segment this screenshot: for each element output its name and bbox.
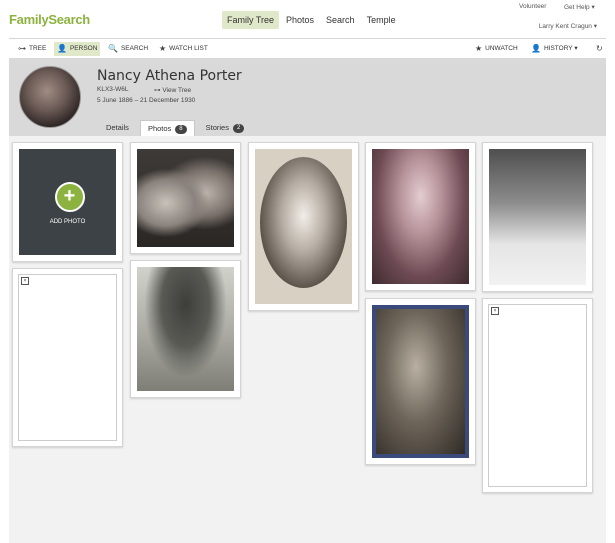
nav-photos[interactable]: Photos <box>281 11 319 29</box>
photo-woman-table <box>376 309 465 454</box>
person-toolbar: ⊶ TREE 👤 PERSON 🔍 SEARCH ★ WATCH LIST ★ … <box>9 38 606 60</box>
avatar <box>19 66 81 128</box>
broken-image-icon: × <box>491 307 499 315</box>
get-help-link[interactable]: Get Help ▾ <box>564 3 595 11</box>
watch-list-button[interactable]: ★ WATCH LIST <box>156 42 211 56</box>
nav-search[interactable]: Search <box>321 11 360 29</box>
add-photo-label: ADD PHOTO <box>49 219 86 225</box>
volunteer-link[interactable]: Volunteer <box>519 3 546 10</box>
photo-bear-two-people <box>489 149 586 285</box>
photo-card-broken[interactable]: × <box>482 298 593 493</box>
broken-image-icon: × <box>21 277 29 285</box>
view-tree-link[interactable]: ⊶ View Tree <box>154 86 191 94</box>
refresh-icon: ↻ <box>596 44 603 53</box>
person-icon: 👤 <box>531 44 541 53</box>
person-tabs: Details Photos 8 Stories 2 <box>99 120 255 137</box>
person-id: KLX3-W6L <box>97 86 129 93</box>
photo-card-broken[interactable]: × <box>12 268 123 447</box>
top-bar: FamilySearch Family Tree Photos Search T… <box>0 0 615 38</box>
photo-card[interactable] <box>482 142 593 292</box>
tab-details[interactable]: Details <box>99 120 136 136</box>
photo-card[interactable] <box>248 142 359 311</box>
add-photo-card[interactable]: + ADD PHOTO <box>12 142 123 262</box>
stories-count-badge: 2 <box>232 123 245 133</box>
photo-card[interactable] <box>365 142 476 291</box>
main-nav: Family Tree Photos Search Temple <box>222 11 403 29</box>
photo-card[interactable] <box>365 298 476 465</box>
star-icon: ★ <box>159 44 167 53</box>
photo-baby-oval <box>260 157 347 288</box>
user-menu[interactable]: Larry Kent Cragun ▾ <box>539 22 597 30</box>
photo-girl-portrait <box>372 149 469 284</box>
person-icon: 👤 <box>57 44 67 53</box>
history-button[interactable]: 👤 HISTORY ▾ <box>528 42 581 56</box>
photo-grid: + ADD PHOTO × × <box>9 136 606 543</box>
photo-couple <box>137 149 234 247</box>
photo-card[interactable] <box>130 142 241 254</box>
person-header: Nancy Athena Porter KLX3-W6L ⊶ View Tree… <box>9 58 606 137</box>
refresh-button[interactable]: ↻ <box>593 42 609 56</box>
unwatch-button[interactable]: ★ UNWATCH <box>472 42 521 56</box>
person-button[interactable]: 👤 PERSON <box>54 42 101 56</box>
search-button[interactable]: 🔍 SEARCH <box>105 42 151 56</box>
tab-photos[interactable]: Photos 8 <box>139 120 195 137</box>
photo-palm-tree <box>137 267 234 391</box>
tree-button[interactable]: ⊶ TREE <box>15 42 49 56</box>
plus-icon: + <box>54 182 85 212</box>
familysearch-logo[interactable]: FamilySearch <box>9 12 90 27</box>
tree-icon: ⊶ <box>18 44 26 53</box>
nav-temple[interactable]: Temple <box>362 11 401 29</box>
photos-count-badge: 8 <box>175 124 187 134</box>
nav-family-tree[interactable]: Family Tree <box>222 11 280 29</box>
star-icon: ★ <box>475 44 483 53</box>
photo-card[interactable] <box>130 260 241 398</box>
life-dates: 5 June 1886 – 21 December 1930 <box>97 97 196 104</box>
search-icon: 🔍 <box>108 44 118 53</box>
tab-stories[interactable]: Stories 2 <box>199 120 252 136</box>
person-name: Nancy Athena Porter <box>97 68 242 84</box>
